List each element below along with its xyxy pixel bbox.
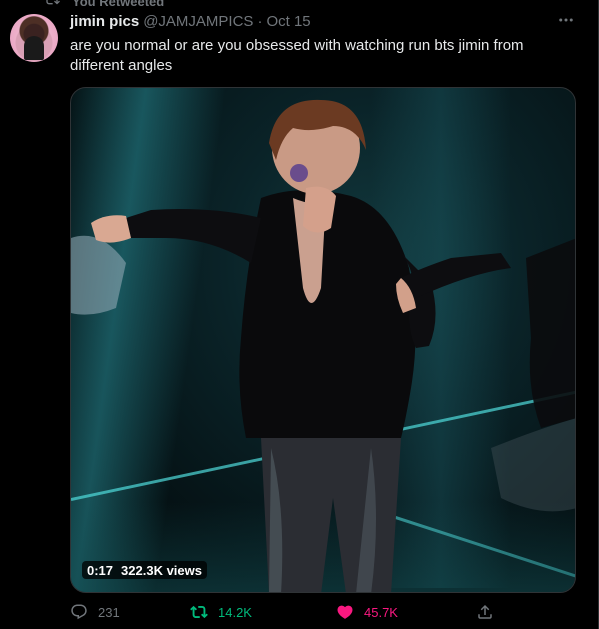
retweet-button[interactable]: 14.2K [190, 603, 252, 621]
retweet-icon [190, 605, 208, 619]
share-button[interactable] [476, 603, 494, 621]
retweet-count: 14.2K [218, 604, 252, 620]
retweet-context: You Retweeted [44, 0, 164, 9]
author-handle[interactable]: @JAMJAMPICS [143, 13, 253, 30]
separator: · [257, 13, 263, 30]
reply-icon [71, 604, 87, 620]
tweet-text: are you normal or are you obsessed with … [70, 37, 524, 74]
performer-figure [71, 99, 575, 592]
retweet-context-label: You Retweeted [72, 0, 165, 9]
avatar[interactable] [10, 14, 58, 62]
tweet-header: jimin pics @JAMJAMPICS · Oct 15 [70, 13, 311, 30]
more-icon[interactable] [556, 10, 576, 30]
video-info-badge: 0:17 322.3K views [82, 561, 207, 579]
tweet[interactable]: You Retweeted jimin pics @JAMJAMPICS · O… [0, 0, 599, 629]
video-duration: 0:17 [87, 562, 114, 578]
reply-button[interactable]: 231 [70, 603, 120, 621]
author-name[interactable]: jimin pics [70, 13, 139, 30]
video-views: 322.3K views [121, 562, 202, 578]
retweet-icon [44, 0, 60, 10]
heart-filled-icon [337, 605, 353, 619]
like-button[interactable]: 45.7K [336, 603, 398, 621]
video-player[interactable] [70, 87, 576, 593]
tweet-actions: 231 14.2K 45.7K [70, 603, 510, 625]
reply-count: 231 [98, 604, 120, 620]
share-icon [478, 604, 492, 619]
tweet-date[interactable]: Oct 15 [266, 13, 310, 30]
like-count: 45.7K [364, 604, 398, 620]
